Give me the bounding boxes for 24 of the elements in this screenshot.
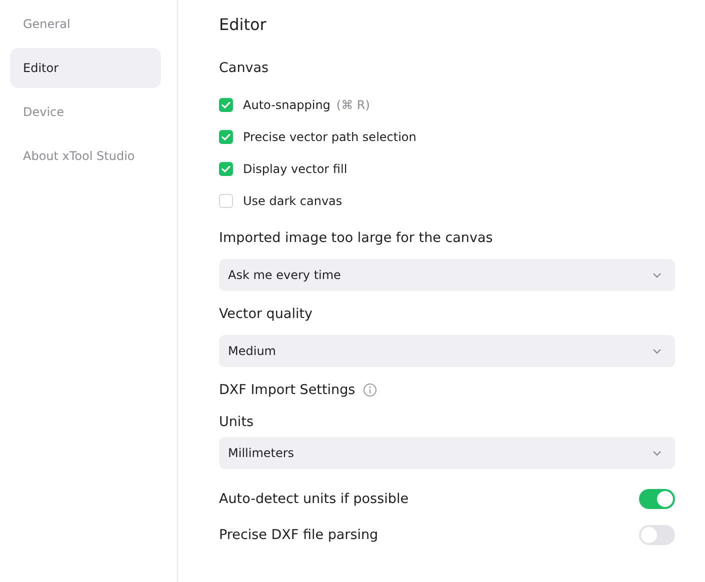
sidebar-item[interactable]: Editor: [10, 48, 161, 88]
checkbox[interactable]: [219, 98, 233, 112]
section-heading: Vector quality: [219, 306, 312, 322]
section-heading: Canvas: [219, 60, 269, 76]
checkbox[interactable]: [219, 194, 233, 208]
toggle-switch[interactable]: [639, 489, 675, 509]
toggle-label: Precise DXF file parsing: [219, 527, 378, 543]
checkbox-label: Display vector fill: [243, 162, 348, 176]
checkbox-label: Auto-snapping: [243, 98, 330, 112]
shortcut-hint: (⌘ R): [336, 98, 370, 112]
checkbox-label: Use dark canvas: [243, 194, 342, 208]
field-label: Units: [219, 414, 254, 430]
toggle-label: Auto-detect units if possible: [219, 491, 408, 507]
info-icon[interactable]: [363, 383, 378, 397]
dropdown[interactable]: Ask me every time: [219, 259, 675, 291]
checkbox-label: Precise vector path selection: [243, 130, 416, 144]
dropdown[interactable]: Medium: [219, 335, 675, 367]
checkbox[interactable]: [219, 130, 233, 144]
section-heading: Imported image too large for the canvas: [219, 230, 493, 246]
checkbox[interactable]: [219, 162, 233, 176]
dropdown[interactable]: Millimeters: [219, 437, 675, 469]
section-heading: DXF Import Settings: [219, 382, 356, 398]
toggle-switch[interactable]: [639, 525, 675, 545]
page-title: Editor: [219, 14, 268, 36]
